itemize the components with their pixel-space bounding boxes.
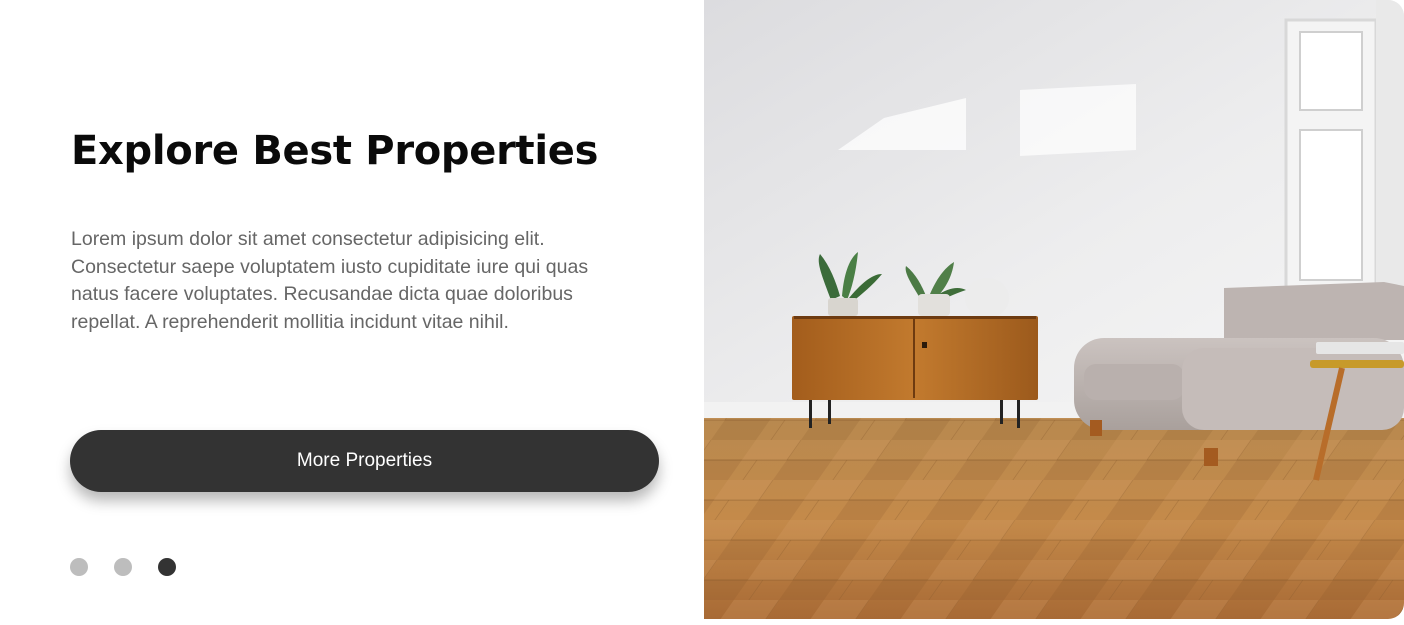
- hero-image: [704, 0, 1404, 619]
- carousel-dot-3[interactable]: [158, 558, 176, 576]
- carousel-dot-1[interactable]: [70, 558, 88, 576]
- hero-text-panel: Explore Best Properties Lorem ipsum dolo…: [0, 0, 704, 625]
- hero-title: Explore Best Properties: [71, 128, 599, 174]
- carousel-dot-2[interactable]: [114, 558, 132, 576]
- living-room-illustration: [704, 0, 1404, 619]
- more-properties-button[interactable]: More Properties: [70, 430, 659, 492]
- hero-description: Lorem ipsum dolor sit amet consectetur a…: [71, 228, 589, 333]
